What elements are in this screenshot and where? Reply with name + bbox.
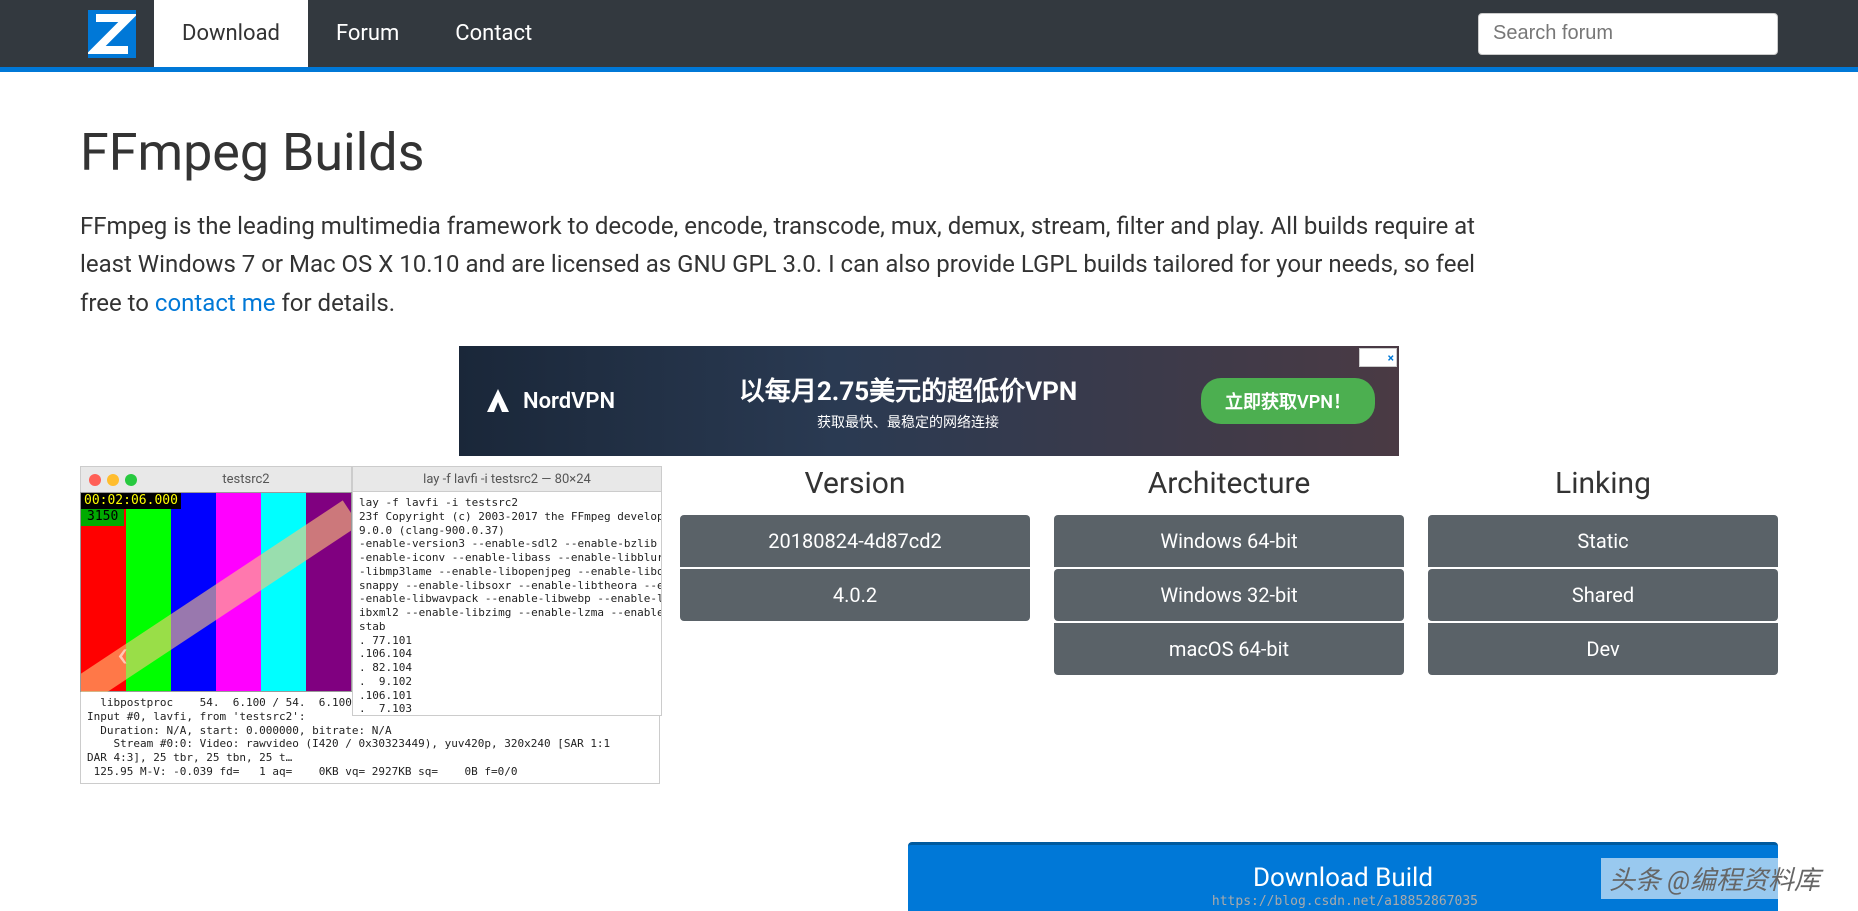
linking-column: Linking Static Shared Dev: [1428, 466, 1778, 677]
link-option[interactable]: Shared: [1428, 569, 1778, 621]
build-selectors: Version 20180824-4d87cd2 4.0.2 Architect…: [680, 466, 1778, 677]
ad-headline: 以每月2.75美元的超低价VPN: [615, 371, 1201, 408]
link-option[interactable]: Dev: [1428, 623, 1778, 675]
testsrc-colorbars: 00:02:06.000 3150 ‹: [80, 492, 352, 692]
architecture-header: Architecture: [1054, 466, 1404, 501]
arch-option[interactable]: Windows 64-bit: [1054, 515, 1404, 567]
top-nav: Download Forum Contact: [0, 0, 1858, 72]
nav-contact[interactable]: Contact: [427, 0, 560, 67]
terminal-pane: lay -f lavfi -i testsrc2 — 80×24 lay -f …: [352, 466, 662, 716]
link-option[interactable]: Static: [1428, 515, 1778, 567]
frame-number: 3150: [81, 509, 124, 525]
ad-close-icon[interactable]: ×: [1388, 351, 1394, 365]
architecture-column: Architecture Windows 64-bit Windows 32-b…: [1054, 466, 1404, 677]
intro-after: for details.: [275, 289, 395, 317]
search-input[interactable]: [1478, 13, 1778, 55]
max-dot-icon[interactable]: [125, 474, 137, 486]
version-header: Version: [680, 466, 1030, 501]
ad-brand: NordVPN: [523, 389, 615, 414]
version-option[interactable]: 4.0.2: [680, 569, 1030, 621]
carousel-prev-icon[interactable]: ‹: [117, 633, 128, 675]
preview-pane: testsrc2 00:02:06.000 3150 ‹: [80, 466, 660, 784]
ad-cta-button[interactable]: 立即获取VPN！: [1201, 378, 1375, 424]
page-title: FFmpeg Builds: [80, 122, 1778, 183]
preview-window-title: testsrc2: [149, 472, 343, 487]
ad-banner[interactable]: NordVPN 以每月2.75美元的超低价VPN 获取最快、最稳定的网络连接 立…: [459, 346, 1399, 456]
watermark-url: https://blog.csdn.net/a18852867035: [1212, 894, 1478, 909]
ad-subhead: 获取最快、最稳定的网络连接: [615, 412, 1201, 432]
nordvpn-icon: [483, 386, 513, 416]
linking-header: Linking: [1428, 466, 1778, 501]
min-dot-icon[interactable]: [107, 474, 119, 486]
ad-label[interactable]: 广告 ×: [1359, 348, 1397, 367]
watermark: 头条 @编程资料库: [1601, 858, 1828, 899]
timecode: 00:02:06.000: [81, 493, 181, 509]
terminal-title: lay -f lavfi -i testsrc2 — 80×24: [361, 472, 653, 487]
preview-window-bar: testsrc2: [80, 466, 352, 492]
nav-download[interactable]: Download: [154, 0, 308, 67]
nav-forum[interactable]: Forum: [308, 0, 427, 67]
site-logo[interactable]: [80, 0, 144, 67]
intro-text: FFmpeg is the leading multimedia framewo…: [80, 207, 1480, 322]
contact-link[interactable]: contact me: [155, 289, 276, 317]
arch-option[interactable]: Windows 32-bit: [1054, 569, 1404, 621]
terminal-output: lay -f lavfi -i testsrc2 23f Copyright (…: [352, 492, 662, 716]
version-option[interactable]: 20180824-4d87cd2: [680, 515, 1030, 567]
close-dot-icon[interactable]: [89, 474, 101, 486]
arch-option[interactable]: macOS 64-bit: [1054, 623, 1404, 675]
version-column: Version 20180824-4d87cd2 4.0.2: [680, 466, 1030, 677]
